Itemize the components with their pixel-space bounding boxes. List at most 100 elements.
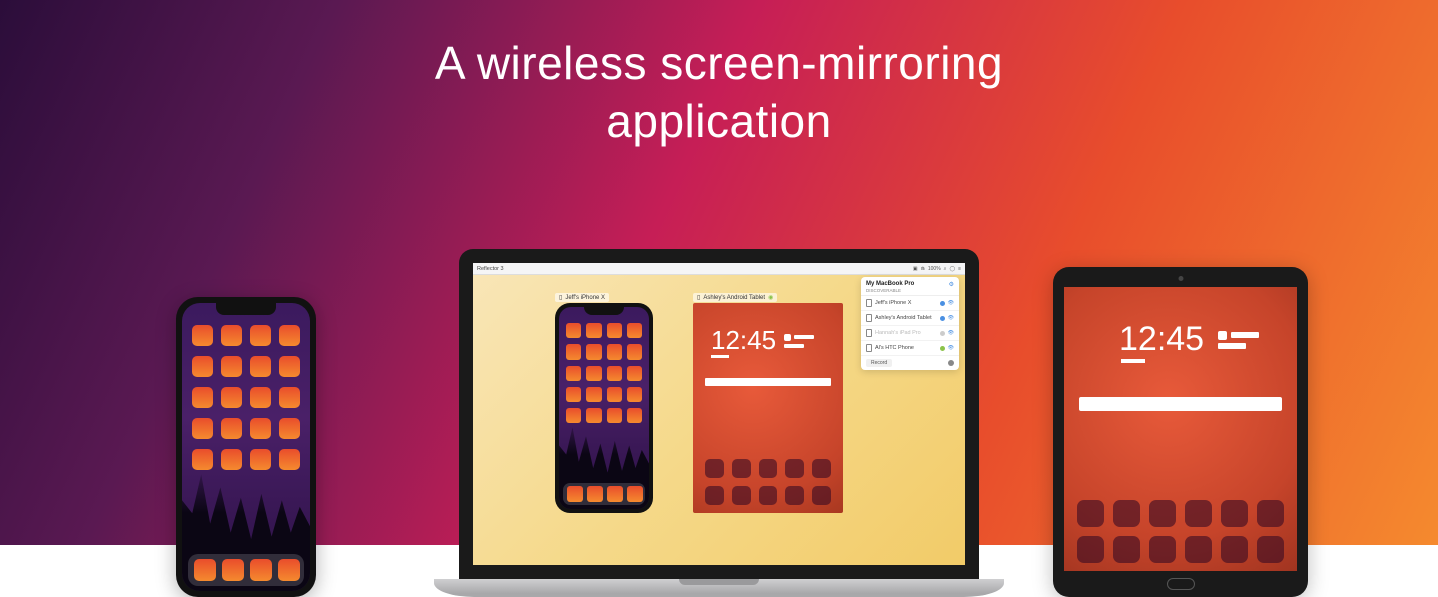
app-icon bbox=[250, 418, 271, 439]
android-app-dock bbox=[705, 459, 831, 505]
tablet-clock: 12:45 bbox=[1119, 320, 1204, 359]
macbook-device-mockup: Reflector 3 ▣ ⋒ 100% ⌕ ◯ ≡ ▯ Jeff's iPho… bbox=[434, 249, 1004, 597]
clock-underline bbox=[711, 355, 729, 358]
tablet-clock-widget: 12:45 bbox=[1119, 320, 1259, 359]
dock-app-icon bbox=[194, 559, 216, 581]
app-grid bbox=[566, 323, 642, 423]
panel-header: My MacBook Pro DISCOVERABLE ⚙ bbox=[861, 277, 959, 296]
app-icon bbox=[250, 387, 271, 408]
app-icon bbox=[192, 387, 213, 408]
device-name: Ashley's Android Tablet bbox=[875, 315, 937, 321]
dock-app-icon bbox=[222, 559, 244, 581]
widget-icon bbox=[784, 334, 814, 348]
mirrored-android-title: Ashley's Android Tablet bbox=[703, 295, 765, 301]
app-icon bbox=[221, 387, 242, 408]
tablet-icon bbox=[866, 329, 872, 337]
dock-app-icon bbox=[250, 559, 272, 581]
device-list-panel: My MacBook Pro DISCOVERABLE ⚙ Jeff's iPh… bbox=[861, 277, 959, 370]
mirrored-iphone-window: ▯ Jeff's iPhone X bbox=[555, 303, 653, 513]
macbook-display: Reflector 3 ▣ ⋒ 100% ⌕ ◯ ≡ ▯ Jeff's iPho… bbox=[473, 263, 965, 565]
iphone-notch bbox=[584, 307, 624, 315]
app-icon bbox=[192, 356, 213, 377]
app-icon bbox=[279, 418, 300, 439]
app-icon bbox=[221, 449, 242, 470]
device-name: Hannah's iPad Pro bbox=[875, 330, 937, 336]
mirrored-iphone-title: Jeff's iPhone X bbox=[565, 295, 605, 301]
cast-icon: ◉ bbox=[768, 294, 773, 301]
tablet-search-bar bbox=[1079, 397, 1282, 411]
app-icon bbox=[192, 418, 213, 439]
phone-icon bbox=[866, 344, 872, 352]
visibility-icon[interactable]: 👁 bbox=[948, 330, 954, 336]
status-dot-icon bbox=[940, 331, 945, 336]
gear-icon[interactable]: ⚙ bbox=[949, 281, 954, 288]
macos-menubar: Reflector 3 ▣ ⋒ 100% ⌕ ◯ ≡ bbox=[473, 263, 965, 275]
android-search-bar bbox=[705, 378, 831, 386]
battery-icon: 100% bbox=[928, 266, 941, 272]
mirrored-android-window: ▯ Ashley's Android Tablet ◉ 12:45 bbox=[693, 303, 843, 513]
mirrored-iphone-screen bbox=[559, 307, 649, 509]
app-icon bbox=[192, 449, 213, 470]
status-dot-icon bbox=[940, 301, 945, 306]
mirrored-iphone-titlebar: ▯ Jeff's iPhone X bbox=[555, 293, 609, 302]
headline: A wireless screen-mirroring application bbox=[0, 35, 1438, 150]
tablet-screen: 12:45 bbox=[1064, 287, 1297, 571]
device-row[interactable]: Ashley's Android Tablet 👁 bbox=[861, 311, 959, 326]
app-icon bbox=[250, 325, 271, 346]
app-icon bbox=[250, 449, 271, 470]
phone-icon bbox=[866, 299, 872, 307]
iphone-dock bbox=[563, 483, 645, 505]
mirrored-android-titlebar: ▯ Ashley's Android Tablet ◉ bbox=[693, 293, 777, 302]
macbook-screen-frame: Reflector 3 ▣ ⋒ 100% ⌕ ◯ ≡ ▯ Jeff's iPho… bbox=[459, 249, 979, 579]
tablet-app-dock bbox=[1077, 500, 1284, 563]
airplay-icon: ▣ bbox=[913, 266, 918, 272]
tablet-home-button bbox=[1167, 578, 1195, 590]
status-dot-icon bbox=[940, 346, 945, 351]
macbook-hinge-notch bbox=[679, 579, 759, 585]
app-icon bbox=[279, 356, 300, 377]
macbook-base bbox=[434, 579, 1004, 597]
app-icon bbox=[192, 325, 213, 346]
device-icon: ▯ bbox=[559, 294, 562, 301]
iphone-screen bbox=[182, 303, 310, 591]
spotlight-icon: ⌕ bbox=[944, 266, 947, 272]
dock-app-icon bbox=[278, 559, 300, 581]
wifi-icon: ⋒ bbox=[921, 266, 925, 272]
app-icon bbox=[221, 356, 242, 377]
app-icon bbox=[279, 325, 300, 346]
record-button[interactable]: Record bbox=[866, 359, 892, 367]
device-name: Al's HTC Phone bbox=[875, 345, 937, 351]
host-status: DISCOVERABLE bbox=[866, 288, 914, 293]
app-icon bbox=[221, 418, 242, 439]
device-row[interactable]: Jeff's iPhone X 👁 bbox=[861, 296, 959, 311]
device-icon: ▯ bbox=[697, 294, 700, 301]
app-icon bbox=[279, 449, 300, 470]
settings-icon[interactable] bbox=[948, 360, 954, 366]
app-icon bbox=[279, 387, 300, 408]
device-row[interactable]: Hannah's iPad Pro 👁 bbox=[861, 326, 959, 341]
panel-footer: Record bbox=[861, 356, 959, 370]
iphone-dock bbox=[188, 554, 304, 586]
android-clock: 12:45 bbox=[711, 325, 776, 356]
visibility-icon[interactable]: 👁 bbox=[948, 345, 954, 351]
app-icon bbox=[250, 356, 271, 377]
tablet-front-camera bbox=[1178, 276, 1183, 281]
visibility-icon[interactable]: 👁 bbox=[948, 315, 954, 321]
mirrored-android-screen: 12:45 bbox=[693, 303, 843, 513]
tablet-icon bbox=[866, 314, 872, 322]
iphone-device-mockup bbox=[176, 297, 316, 597]
tablet-device-mockup: 12:45 bbox=[1053, 267, 1308, 597]
iphone-notch bbox=[216, 303, 276, 315]
menubar-right-icons: ▣ ⋒ 100% ⌕ ◯ ≡ bbox=[913, 266, 961, 272]
app-icon bbox=[221, 325, 242, 346]
device-row[interactable]: Al's HTC Phone 👁 bbox=[861, 341, 959, 356]
siri-icon: ◯ bbox=[949, 266, 955, 272]
android-clock-widget: 12:45 bbox=[711, 325, 814, 356]
iphone-app-grid bbox=[192, 325, 300, 470]
widget-icon bbox=[1218, 331, 1259, 349]
visibility-icon[interactable]: 👁 bbox=[948, 300, 954, 306]
status-dot-icon bbox=[940, 316, 945, 321]
menu-icon: ≡ bbox=[958, 266, 961, 272]
device-name: Jeff's iPhone X bbox=[875, 300, 937, 306]
clock-underline bbox=[1121, 359, 1145, 363]
